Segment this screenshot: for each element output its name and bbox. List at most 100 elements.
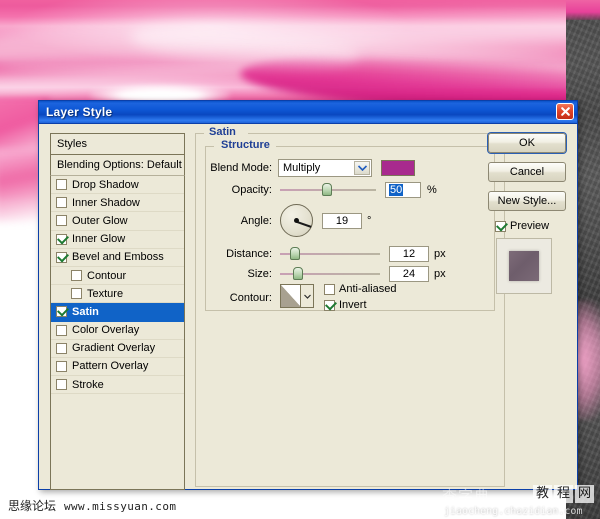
opacity-slider[interactable] xyxy=(280,183,376,197)
style-row-texture[interactable]: Texture xyxy=(51,285,184,304)
angle-row: Angle: 19 ° xyxy=(210,204,371,237)
styles-panel: Styles Blending Options: Default Drop Sh… xyxy=(50,133,185,492)
style-label: Drop Shadow xyxy=(72,178,139,191)
checkbox-gradient-overlay[interactable] xyxy=(56,342,67,354)
ok-button[interactable]: OK xyxy=(488,133,566,153)
opacity-input[interactable]: 50 xyxy=(385,182,421,198)
angle-input[interactable]: 19 xyxy=(322,212,362,229)
opacity-label: Opacity: xyxy=(231,184,272,196)
structure-group-title: Structure xyxy=(218,139,273,151)
checkbox-stroke[interactable] xyxy=(56,379,67,391)
style-row-inner-shadow[interactable]: Inner Shadow xyxy=(51,194,184,213)
style-row-satin[interactable]: Satin xyxy=(51,303,184,322)
size-slider[interactable] xyxy=(280,267,380,281)
right-pink-top xyxy=(566,0,600,20)
watermark-ghost-text: 查字典 xyxy=(442,487,491,505)
distance-value: 12 xyxy=(402,248,416,260)
distance-slider[interactable] xyxy=(280,247,380,261)
anti-aliased-row[interactable]: Anti-aliased xyxy=(324,283,396,295)
angle-label: Angle: xyxy=(240,214,272,227)
close-icon[interactable] xyxy=(556,103,574,120)
slider-thumb[interactable] xyxy=(293,267,303,280)
style-label: Texture xyxy=(87,287,124,300)
angle-value: 19 xyxy=(335,214,349,227)
style-label: Contour xyxy=(87,269,127,282)
watermark-box-3: 网 xyxy=(575,485,594,503)
checkbox-bevel-and-emboss[interactable] xyxy=(56,251,67,263)
style-row-pattern-overlay[interactable]: Pattern Overlay xyxy=(51,358,184,377)
checkbox-invert[interactable] xyxy=(324,299,335,311)
distance-input[interactable]: 12 xyxy=(389,246,429,262)
contour-preset-picker[interactable] xyxy=(280,284,314,308)
style-row-inner-glow[interactable]: Inner Glow xyxy=(51,231,184,249)
blend-mode-select[interactable]: Multiply xyxy=(278,159,372,177)
slider-thumb[interactable] xyxy=(322,183,333,196)
checkbox-texture[interactable] xyxy=(71,288,82,300)
style-row-contour[interactable]: Contour xyxy=(51,267,184,286)
dialog-titlebar[interactable]: Layer Style xyxy=(39,101,577,124)
style-row-color-overlay[interactable]: Color Overlay xyxy=(51,322,184,340)
blending-options-row[interactable]: Blending Options: Default xyxy=(50,154,185,175)
dialog-body: Styles Blending Options: Default Drop Sh… xyxy=(39,124,577,492)
style-label: Bevel and Emboss xyxy=(72,251,164,264)
size-value: 24 xyxy=(402,268,416,280)
blending-options-label: Blending Options: Default xyxy=(57,159,182,171)
style-label: Pattern Overlay xyxy=(72,360,149,373)
slider-thumb[interactable] xyxy=(290,247,300,260)
checkbox-contour[interactable] xyxy=(71,270,82,282)
preview-row[interactable]: Preview xyxy=(495,220,566,232)
layer-style-dialog: Layer Style Styles Blending Options: Def… xyxy=(38,100,578,490)
checkbox-preview[interactable] xyxy=(495,220,506,232)
checkbox-pattern-overlay[interactable] xyxy=(56,360,67,372)
style-row-stroke[interactable]: Stroke xyxy=(51,376,184,395)
contour-curve-icon xyxy=(281,285,301,307)
structure-group: Structure Blend Mode: Multiply Opacity: … xyxy=(205,139,495,311)
styles-effect-list[interactable]: Drop Shadow Inner Shadow Outer Glow Inne… xyxy=(50,175,185,490)
style-row-drop-shadow[interactable]: Drop Shadow xyxy=(51,176,184,195)
watermark-site-name: 思缘论坛 xyxy=(8,499,57,513)
style-label: Inner Shadow xyxy=(72,196,140,209)
checkbox-outer-glow[interactable] xyxy=(56,215,67,227)
angle-unit: ° xyxy=(367,214,372,227)
checkbox-inner-shadow[interactable] xyxy=(56,197,67,209)
dialog-title: Layer Style xyxy=(46,105,113,119)
size-label: Size: xyxy=(247,268,272,280)
checkbox-anti-aliased[interactable] xyxy=(324,283,335,295)
opacity-row: Opacity: 50 % xyxy=(210,182,437,198)
invert-row[interactable]: Invert xyxy=(324,299,396,311)
style-row-outer-glow[interactable]: Outer Glow xyxy=(51,212,184,231)
left-pink-streak-2 xyxy=(0,150,42,222)
angle-dial[interactable] xyxy=(280,204,313,237)
style-row-bevel-and-emboss[interactable]: Bevel and Emboss xyxy=(51,249,184,267)
invert-label: Invert xyxy=(339,299,367,311)
styles-header: Styles xyxy=(50,133,185,154)
dialog-actions: OK Cancel New Style... Preview xyxy=(488,133,566,294)
distance-label: Distance: xyxy=(226,248,272,260)
watermark-boxes: 教 程 网 xyxy=(533,485,594,503)
style-label: Gradient Overlay xyxy=(72,342,156,355)
checkbox-inner-glow[interactable] xyxy=(56,233,67,245)
watermark-box-2: 程 xyxy=(554,485,573,503)
satin-color-swatch[interactable] xyxy=(381,160,415,176)
chevron-down-icon[interactable] xyxy=(354,161,370,175)
checkbox-satin[interactable] xyxy=(56,306,67,318)
watermark-site-url: www.missyuan.com xyxy=(64,500,177,513)
opacity-value: 50 xyxy=(389,184,404,196)
watermark-box-1: 教 xyxy=(533,485,552,503)
chevron-down-icon[interactable] xyxy=(300,285,313,307)
anti-aliased-label: Anti-aliased xyxy=(339,283,397,295)
new-style-button[interactable]: New Style... xyxy=(488,191,566,211)
screenshot-root: Layer Style Styles Blending Options: Def… xyxy=(0,0,600,519)
style-label: Outer Glow xyxy=(72,214,128,227)
size-input[interactable]: 24 xyxy=(389,266,429,282)
style-label: Satin xyxy=(72,305,99,318)
contour-options: Anti-aliased Invert xyxy=(324,283,396,315)
checkbox-color-overlay[interactable] xyxy=(56,324,67,336)
preview-swatch xyxy=(509,251,539,281)
angle-hub-icon xyxy=(294,218,299,223)
checkbox-drop-shadow[interactable] xyxy=(56,179,67,191)
style-row-gradient-overlay[interactable]: Gradient Overlay xyxy=(51,340,184,358)
cancel-button[interactable]: Cancel xyxy=(488,162,566,182)
size-row: Size: 24 px xyxy=(210,266,446,282)
style-label: Inner Glow xyxy=(72,233,126,246)
